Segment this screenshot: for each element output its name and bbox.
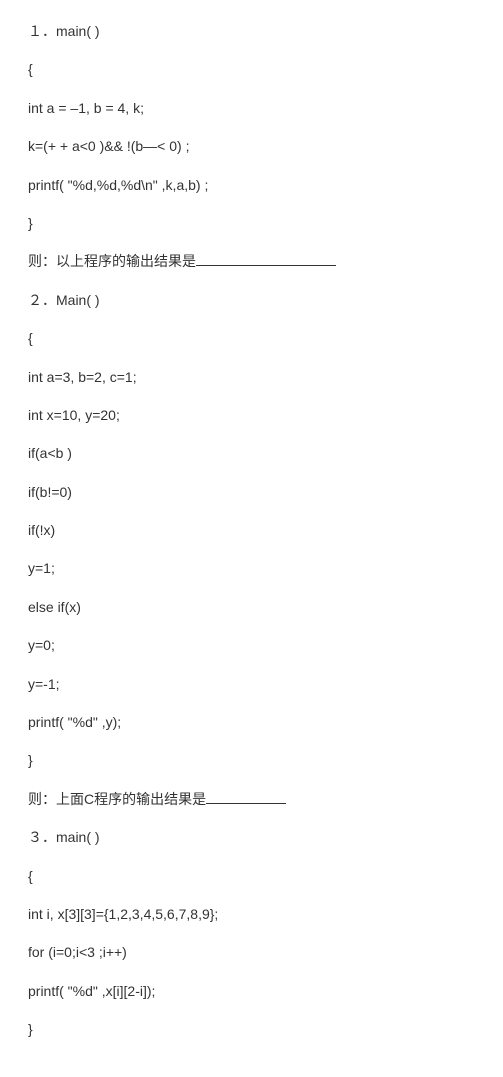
code-line: int x=10, y=20; (28, 404, 475, 426)
code-text: printf( "%d,%d,%d\n" ,k,a,b) ; (28, 177, 208, 193)
code-text: １．main( ) (28, 23, 100, 39)
code-text: } (28, 752, 33, 768)
code-line: int a = –1, b = 4, k; (28, 97, 475, 119)
code-line: else if(x) (28, 596, 475, 618)
code-line: ２．Main( ) (28, 289, 475, 311)
code-text: y=-1; (28, 676, 60, 692)
code-text: if(!x) (28, 522, 55, 538)
code-text: } (28, 215, 33, 231)
question-text: 则：上面C程序的输出结果是 (28, 791, 206, 807)
code-text: int x=10, y=20; (28, 407, 120, 423)
code-line: y=-1; (28, 673, 475, 695)
code-line: printf( "%d" ,x[i][2-i]); (28, 980, 475, 1002)
code-line: ３．main( ) (28, 826, 475, 848)
code-line: { (28, 58, 475, 80)
code-text: int a=3, b=2, c=1; (28, 369, 137, 385)
code-text: { (28, 868, 33, 884)
code-text: for (i=0;i<3 ;i++) (28, 944, 127, 960)
code-text: y=0; (28, 637, 55, 653)
code-line: if(a<b ) (28, 442, 475, 464)
code-text: if(b!=0) (28, 484, 72, 500)
blank-underline (196, 252, 336, 266)
code-line: { (28, 865, 475, 887)
code-line: k=(+ + a<0 )&& !(b—< 0) ; (28, 135, 475, 157)
code-line: if(b!=0) (28, 481, 475, 503)
code-line: y=0; (28, 634, 475, 656)
code-text: { (28, 61, 33, 77)
blank-underline (206, 790, 286, 804)
code-text: if(a<b ) (28, 445, 72, 461)
code-line: { (28, 327, 475, 349)
code-line: y=1; (28, 557, 475, 579)
code-text: printf( "%d" ,x[i][2-i]); (28, 983, 155, 999)
code-line: if(!x) (28, 519, 475, 541)
code-line: int i, x[3][3]={1,2,3,4,5,6,7,8,9}; (28, 903, 475, 925)
question-line: 则：上面C程序的输出结果是 (28, 788, 475, 810)
question-line: 则：以上程序的输出结果是 (28, 250, 475, 272)
code-line: printf( "%d,%d,%d\n" ,k,a,b) ; (28, 174, 475, 196)
code-text: else if(x) (28, 599, 81, 615)
code-text: y=1; (28, 560, 55, 576)
code-line: } (28, 749, 475, 771)
code-text: int i, x[3][3]={1,2,3,4,5,6,7,8,9}; (28, 906, 218, 922)
code-line: printf( "%d" ,y); (28, 711, 475, 733)
code-line: int a=3, b=2, c=1; (28, 366, 475, 388)
question-text: 则：以上程序的输出结果是 (28, 253, 196, 269)
code-line: １．main( ) (28, 20, 475, 42)
code-text: ２．Main( ) (28, 292, 100, 308)
code-text: { (28, 330, 33, 346)
code-line: } (28, 212, 475, 234)
code-line: } (28, 1018, 475, 1040)
code-text: } (28, 1021, 33, 1037)
code-text: printf( "%d" ,y); (28, 714, 121, 730)
code-text: int a = –1, b = 4, k; (28, 100, 144, 116)
code-line: for (i=0;i<3 ;i++) (28, 941, 475, 963)
code-text: ３．main( ) (28, 829, 100, 845)
code-text: k=(+ + a<0 )&& !(b—< 0) ; (28, 138, 189, 154)
